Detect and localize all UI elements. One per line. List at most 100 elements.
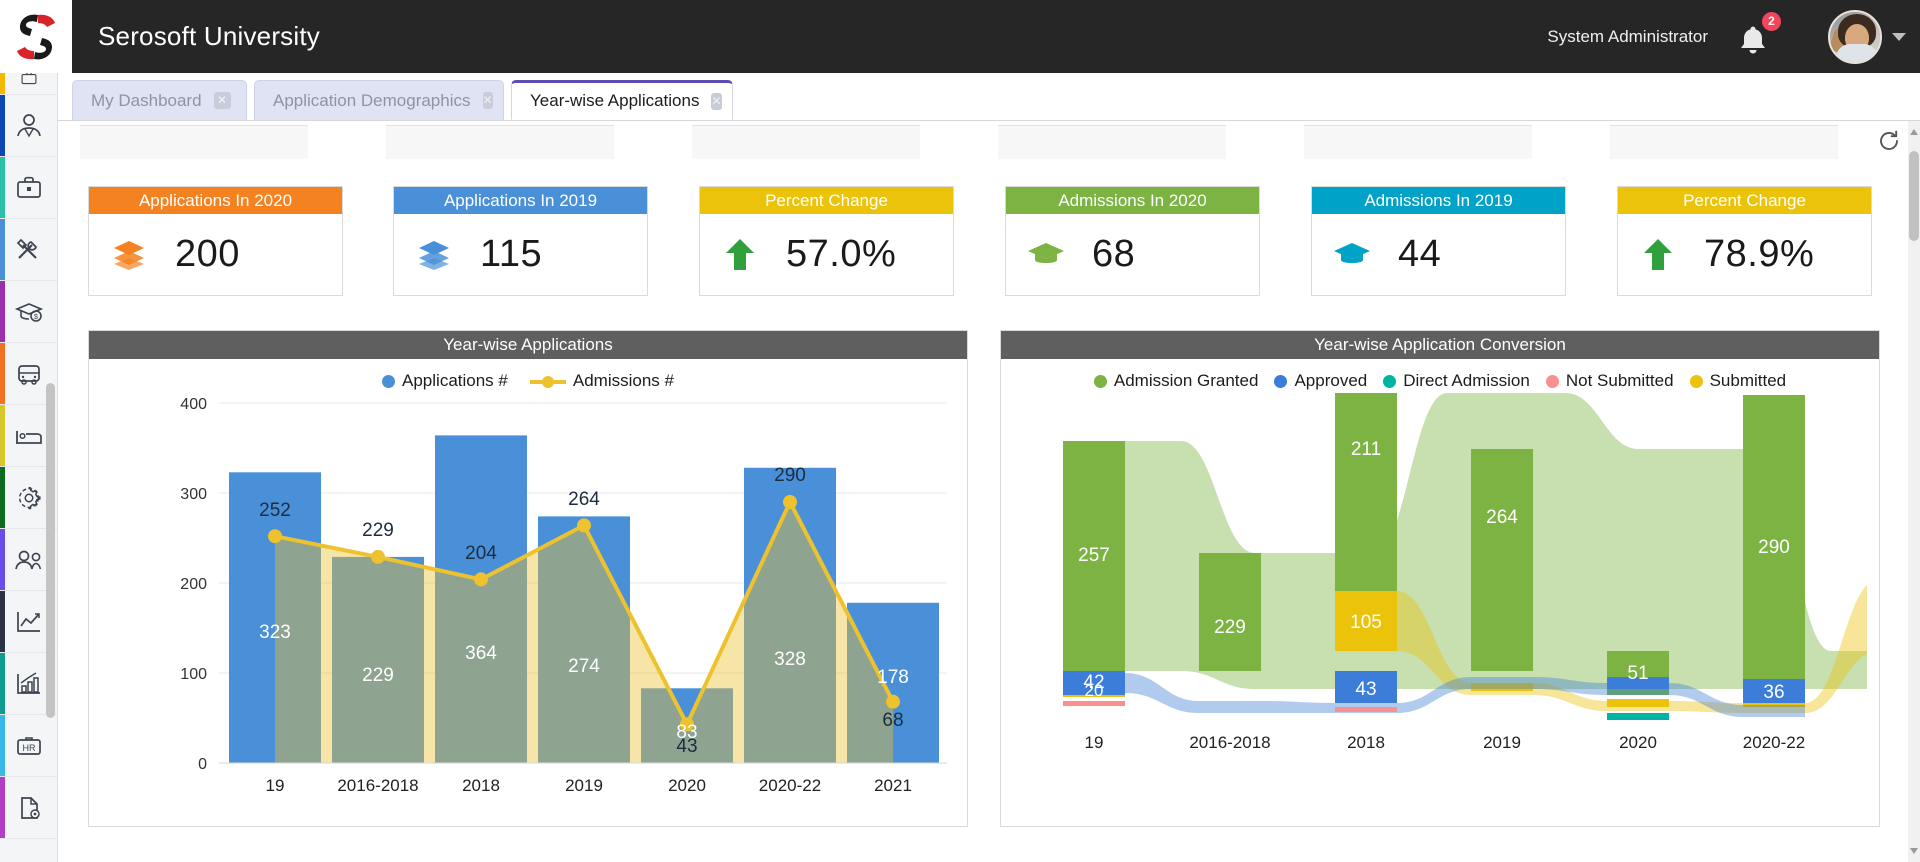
panel-year-wise-application-conversion: Year-wise Application Conversion Admissi… [1000,330,1880,827]
kpi-value: 200 [175,233,240,276]
area-chart-area: Admission Granted Approved Direct Admiss… [1001,359,1879,826]
svg-text:19: 19 [266,776,285,795]
kpi-title: Percent Change [700,187,953,214]
tab-year-wise-applications[interactable]: Year-wise Applications ✕ [511,80,733,120]
kpi-card-applications-2020[interactable]: Applications In 2020 200 [88,186,343,296]
sidebar-item-hr[interactable]: HR [0,715,58,777]
sidebar-item-scholarship[interactable]: $ [0,281,58,343]
tab-my-dashboard[interactable]: My Dashboard ✕ [72,80,247,120]
svg-text:2016-2018: 2016-2018 [337,776,418,795]
kpi-title: Applications In 2020 [89,187,342,214]
svg-text:HR: HR [23,743,36,753]
tab-label: Application Demographics [273,91,471,111]
bars-direct-admission [1607,713,1669,720]
close-icon[interactable]: ✕ [214,92,231,109]
graduation-cap-icon [1026,235,1066,275]
panel-title: Year-wise Application Conversion [1001,331,1879,359]
scroll-up-arrow[interactable] [1908,125,1920,139]
svg-text:300: 300 [180,486,207,503]
svg-text:2018: 2018 [462,776,500,795]
kpi-title: Percent Change [1618,187,1871,214]
bar-chart-svg: 400 300 200 100 0 [89,383,967,823]
up-arrow-icon [1638,235,1678,275]
svg-text:274: 274 [568,656,600,677]
sidebar-item-briefcase-top[interactable] [0,73,58,95]
line-chart-icon [14,608,44,636]
graduation-money-icon: $ [13,298,45,326]
briefcase-icon [16,73,42,87]
kpi-card-admissions-2019[interactable]: Admissions In 2019 44 [1311,186,1566,296]
panel-year-wise-applications: Year-wise Applications Applications # Ad… [88,330,968,827]
placeholder-row [58,121,1920,159]
scroll-down-arrow[interactable] [1908,844,1920,858]
left-sidebar: $ [0,73,58,862]
svg-text:100: 100 [180,666,207,683]
kpi-card-applications-2019[interactable]: Applications In 2019 115 [393,186,648,296]
header-actions: System Administrator 2 [1547,0,1920,73]
svg-text:19: 19 [1085,733,1104,752]
svg-text:229: 229 [362,520,394,541]
svg-text:20: 20 [1085,681,1104,700]
bed-icon [13,422,45,450]
serosoft-logo-icon [8,9,64,65]
svg-text:$: $ [34,314,38,321]
svg-text:105: 105 [1350,612,1382,633]
y-axis-ticks: 400 300 200 100 0 [180,396,207,773]
tab-application-demographics[interactable]: Application Demographics ✕ [254,80,504,120]
panel-title: Year-wise Applications [89,331,967,359]
kpi-value: 57.0% [786,233,896,276]
notifications-button[interactable]: 2 [1738,17,1772,57]
svg-text:2016-2018: 2016-2018 [1189,733,1270,752]
svg-text:2020: 2020 [668,776,706,795]
layers-icon [414,235,454,275]
svg-text:43: 43 [1355,679,1376,700]
x-axis-category-labels: 19 2016-2018 2018 2019 2020 2020-22 2021 [1085,733,1879,752]
kpi-value: 68 [1092,233,1135,276]
admissions-area-fill [275,502,893,763]
kpi-card-percent-change-applications[interactable]: Percent Change 57.0% [699,186,954,296]
kpi-title: Admissions In 2019 [1312,187,1565,214]
notification-badge: 2 [1762,12,1781,31]
svg-text:328: 328 [774,649,806,670]
x-axis-category-labels: 19 2016-2018 2018 2019 2020 2020-22 2021 [266,776,912,795]
kpi-title: Admissions In 2020 [1006,187,1259,214]
tab-label: My Dashboard [91,91,202,111]
page-title: Serosoft University [98,21,320,52]
tab-label: Year-wise Applications [530,91,699,111]
svg-text:252: 252 [259,500,291,521]
up-arrow-icon [720,235,760,275]
sidebar-item-maintenance[interactable] [0,219,58,281]
area-value-label-submitted-19: 20 [1085,681,1104,700]
refresh-button[interactable] [1874,127,1904,155]
scrollbar-thumb[interactable] [1909,151,1919,241]
layers-icon [109,235,149,275]
svg-text:264: 264 [568,489,600,510]
sidebar-scrollbar[interactable] [46,383,55,718]
svg-text:2020-22: 2020-22 [1743,733,1805,752]
bar-chart-area: Applications # Admissions # 400 300 200 [89,359,967,826]
kpi-card-percent-change-admissions[interactable]: Percent Change 78.9% [1617,186,1872,296]
sidebar-item-placement[interactable] [0,157,58,219]
svg-text:229: 229 [1214,617,1246,638]
tools-icon [14,236,44,264]
hr-icon: HR [13,732,45,760]
tab-strip: My Dashboard ✕ Application Demographics … [58,73,1920,121]
serosoft-logo[interactable] [0,0,72,73]
content-scrollbar[interactable] [1908,121,1920,862]
svg-text:2020-22: 2020-22 [759,776,821,795]
kpi-card-admissions-2020[interactable]: Admissions In 2020 68 [1005,186,1260,296]
sidebar-item-documents[interactable] [0,777,58,839]
chevron-down-icon[interactable] [1892,33,1906,41]
sidebar-item-staff[interactable] [0,95,58,157]
bar-chart-icon [14,670,44,698]
svg-text:68: 68 [882,710,903,731]
svg-text:257: 257 [1078,545,1110,566]
avatar[interactable] [1828,10,1882,64]
svg-text:2019: 2019 [565,776,603,795]
svg-text:178: 178 [877,667,909,688]
svg-text:43: 43 [676,736,697,757]
close-icon[interactable]: ✕ [483,92,493,109]
refresh-icon [1877,129,1901,153]
users-icon [13,546,45,574]
close-icon[interactable]: ✕ [711,93,721,110]
